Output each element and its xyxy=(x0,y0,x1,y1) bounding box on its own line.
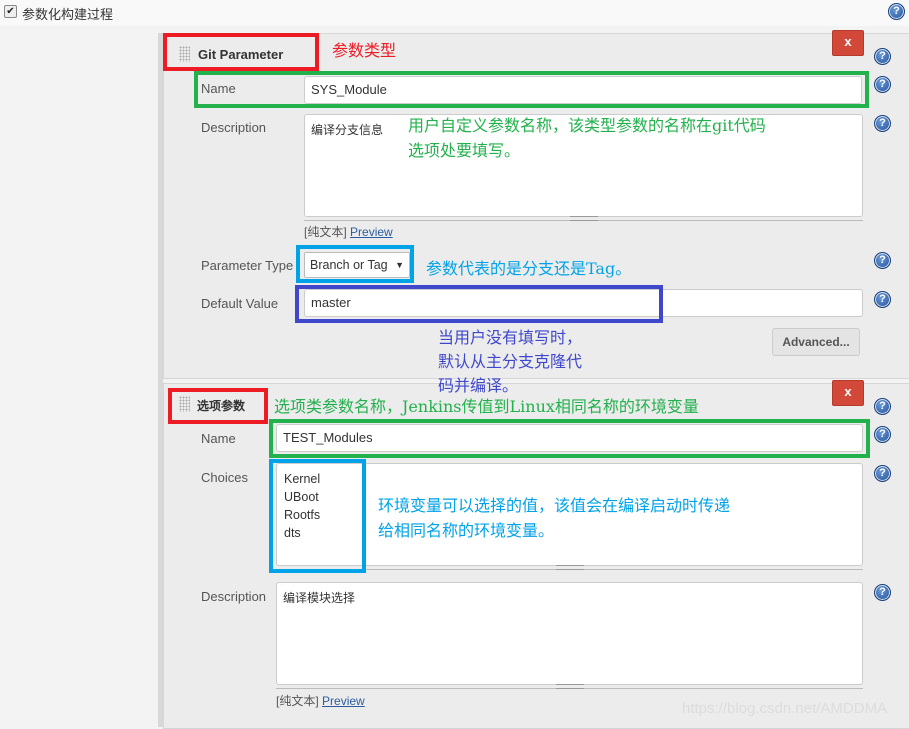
annotation-box-choice-name xyxy=(269,419,870,458)
choice-description-textarea[interactable]: 编译模块选择 xyxy=(276,582,863,685)
help-icon[interactable]: ? xyxy=(874,398,891,415)
annotation-box-choices xyxy=(269,459,366,573)
plain-text-label: [纯文本] xyxy=(304,225,347,239)
help-icon[interactable]: ? xyxy=(874,252,891,269)
help-icon[interactable]: ? xyxy=(874,291,891,308)
annotation-param-type: 参数类型 xyxy=(332,41,397,60)
help-icon[interactable]: ? xyxy=(874,115,891,132)
annotation-box-name xyxy=(194,71,869,108)
annotation-choices-line2: 给相同名称的环境变量。 xyxy=(378,521,555,540)
help-icon[interactable]: ? xyxy=(874,584,891,601)
help-icon[interactable]: ? xyxy=(888,3,905,20)
annotation-default-line2: 默认从主分支克隆代 xyxy=(438,352,583,371)
top-bar xyxy=(0,0,909,26)
preview-row: [纯文本] Preview xyxy=(304,223,393,240)
description-text: 编译分支信息 xyxy=(311,123,384,137)
textarea-resize-grip[interactable] xyxy=(304,216,863,221)
annotation-choices-line1: 环境变量可以选择的值，该值会在编译启动时传递 xyxy=(378,496,731,515)
help-icon[interactable]: ? xyxy=(874,426,891,443)
help-icon[interactable]: ? xyxy=(874,48,891,65)
parameterized-build-checkbox[interactable]: ✔ xyxy=(4,5,17,18)
description-label: Description xyxy=(201,120,267,135)
parameter-type-label: Parameter Type xyxy=(201,258,294,273)
help-icon[interactable]: ? xyxy=(874,465,891,482)
annotation-box-default-value xyxy=(295,285,663,323)
annotation-choice-name: 选项类参数名称，Jenkins传值到Linux相同名称的环境变量 xyxy=(274,397,699,416)
parameterized-build-label: 参数化构建过程 xyxy=(22,7,114,22)
annotation-box-param-type xyxy=(163,33,319,71)
annotation-name-line1: 用户自定义参数名称，该类型参数的名称在git代码 xyxy=(408,116,766,135)
annotation-box-param-type-select xyxy=(296,245,414,283)
choice-item: Kernel xyxy=(284,472,321,486)
textarea-resize-grip[interactable] xyxy=(276,684,863,689)
plain-text-label: [纯文本] xyxy=(276,694,319,708)
delete-parameter-button[interactable]: x xyxy=(832,380,864,406)
preview-link[interactable]: Preview xyxy=(322,694,365,708)
advanced-button[interactable]: Advanced... xyxy=(772,328,860,356)
description-label: Description xyxy=(201,589,267,604)
name-label: Name xyxy=(201,431,236,446)
preview-row: [纯文本] Preview xyxy=(276,692,365,709)
choices-label: Choices xyxy=(201,470,248,485)
watermark: https://blog.csdn.net/AMDDMA xyxy=(682,700,888,717)
annotation-default-line1: 当用户没有填写时， xyxy=(438,328,583,347)
delete-parameter-button[interactable]: x xyxy=(832,30,864,56)
choice-item: dts xyxy=(284,526,301,540)
help-icon[interactable]: ? xyxy=(874,76,891,93)
annotation-branch-tag: 参数代表的是分支还是Tag。 xyxy=(426,259,632,278)
default-value-label: Default Value xyxy=(201,296,279,311)
annotation-name-line2: 选项处要填写。 xyxy=(408,141,521,160)
annotation-box-choice-title xyxy=(168,388,268,424)
preview-link[interactable]: Preview xyxy=(350,225,393,239)
description-text: 编译模块选择 xyxy=(283,591,356,605)
